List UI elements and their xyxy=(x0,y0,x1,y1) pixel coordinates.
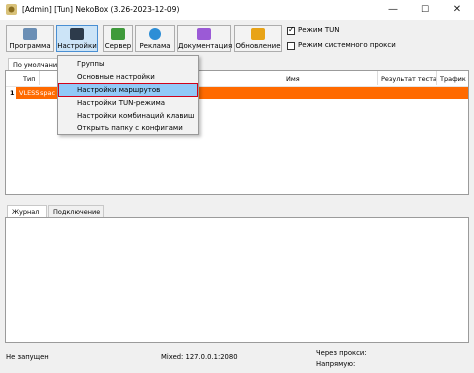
update-button-label: Обновление xyxy=(235,42,281,50)
column-name[interactable]: Имя xyxy=(286,75,300,83)
system-proxy-checkbox[interactable] xyxy=(287,42,295,50)
close-button[interactable]: ✕ xyxy=(441,0,473,20)
title-bar: [Admin] [Tun] NekoBox (3.26-2023-12-09) … xyxy=(0,0,474,20)
status-direct: Напрямую: xyxy=(316,360,356,368)
tab-log[interactable]: Журнал xyxy=(7,205,47,217)
menu-item-general-settings[interactable]: Основные настройки xyxy=(59,71,197,83)
maximize-button[interactable]: ☐ xyxy=(409,0,441,20)
row-type: VLESS xyxy=(19,89,40,97)
row-index: 1 xyxy=(10,89,15,97)
column-separator xyxy=(377,71,378,85)
server-button-label: Сервер xyxy=(104,42,132,50)
row-address: spac xyxy=(40,89,56,97)
log-panel[interactable] xyxy=(5,217,469,343)
tab-default-group-label: По умолчанию xyxy=(13,61,58,69)
row-index-cell: 1 xyxy=(6,87,16,99)
column-separator xyxy=(39,71,40,85)
program-icon xyxy=(23,28,37,40)
tab-default-group[interactable]: По умолчанию xyxy=(8,58,58,70)
program-button-label: Программа xyxy=(9,42,51,50)
minimize-button[interactable]: — xyxy=(377,0,409,20)
column-test-result[interactable]: Результат теста xyxy=(381,75,437,83)
server-button[interactable]: Сервер xyxy=(103,25,133,52)
menu-item-tun-settings[interactable]: Настройки TUN-режима xyxy=(59,97,197,109)
tab-connections[interactable]: Подключение xyxy=(48,205,104,217)
settings-menu: Группы Основные настройки Настройки марш… xyxy=(57,55,199,135)
ads-button[interactable]: Реклама xyxy=(135,25,175,52)
tab-connections-label: Подключение xyxy=(53,208,101,216)
settings-icon xyxy=(70,28,84,40)
ads-button-label: Реклама xyxy=(139,42,171,50)
menu-item-route-settings[interactable]: Настройки маршрутов xyxy=(58,83,198,97)
update-button[interactable]: Обновление xyxy=(234,25,282,52)
tun-mode-checkbox[interactable] xyxy=(287,25,295,35)
menu-item-open-config-folder[interactable]: Открыть папку с конфигами xyxy=(59,122,197,134)
window-title: [Admin] [Tun] NekoBox (3.26-2023-12-09) xyxy=(22,5,180,14)
settings-button[interactable]: Настройки xyxy=(56,25,98,52)
globe-icon xyxy=(149,28,161,40)
server-icon xyxy=(111,28,125,40)
docs-button[interactable]: Документация xyxy=(177,25,233,52)
menu-item-groups[interactable]: Группы xyxy=(59,58,197,70)
status-mixed: Mixed: 127.0.0.1:2080 xyxy=(161,353,238,361)
column-traffic[interactable]: Трафик xyxy=(440,75,466,83)
status-via-proxy: Через прокси: xyxy=(316,349,367,357)
update-icon xyxy=(251,28,265,40)
tun-mode-label: Режим TUN xyxy=(298,26,340,34)
docs-icon xyxy=(197,28,211,40)
tab-log-label: Журнал xyxy=(12,208,40,216)
column-type[interactable]: Тип xyxy=(23,75,35,83)
settings-button-label: Настройки xyxy=(57,42,97,50)
program-button[interactable]: Программа xyxy=(6,25,54,52)
menu-item-hotkey-settings[interactable]: Настройки комбинаций клавиш xyxy=(59,110,197,122)
status-state: Не запущен xyxy=(6,353,49,361)
column-separator xyxy=(436,71,437,85)
docs-button-label: Документация xyxy=(178,42,233,50)
nekobox-app-icon xyxy=(6,4,17,15)
system-proxy-label: Режим системного прокси xyxy=(298,41,396,49)
